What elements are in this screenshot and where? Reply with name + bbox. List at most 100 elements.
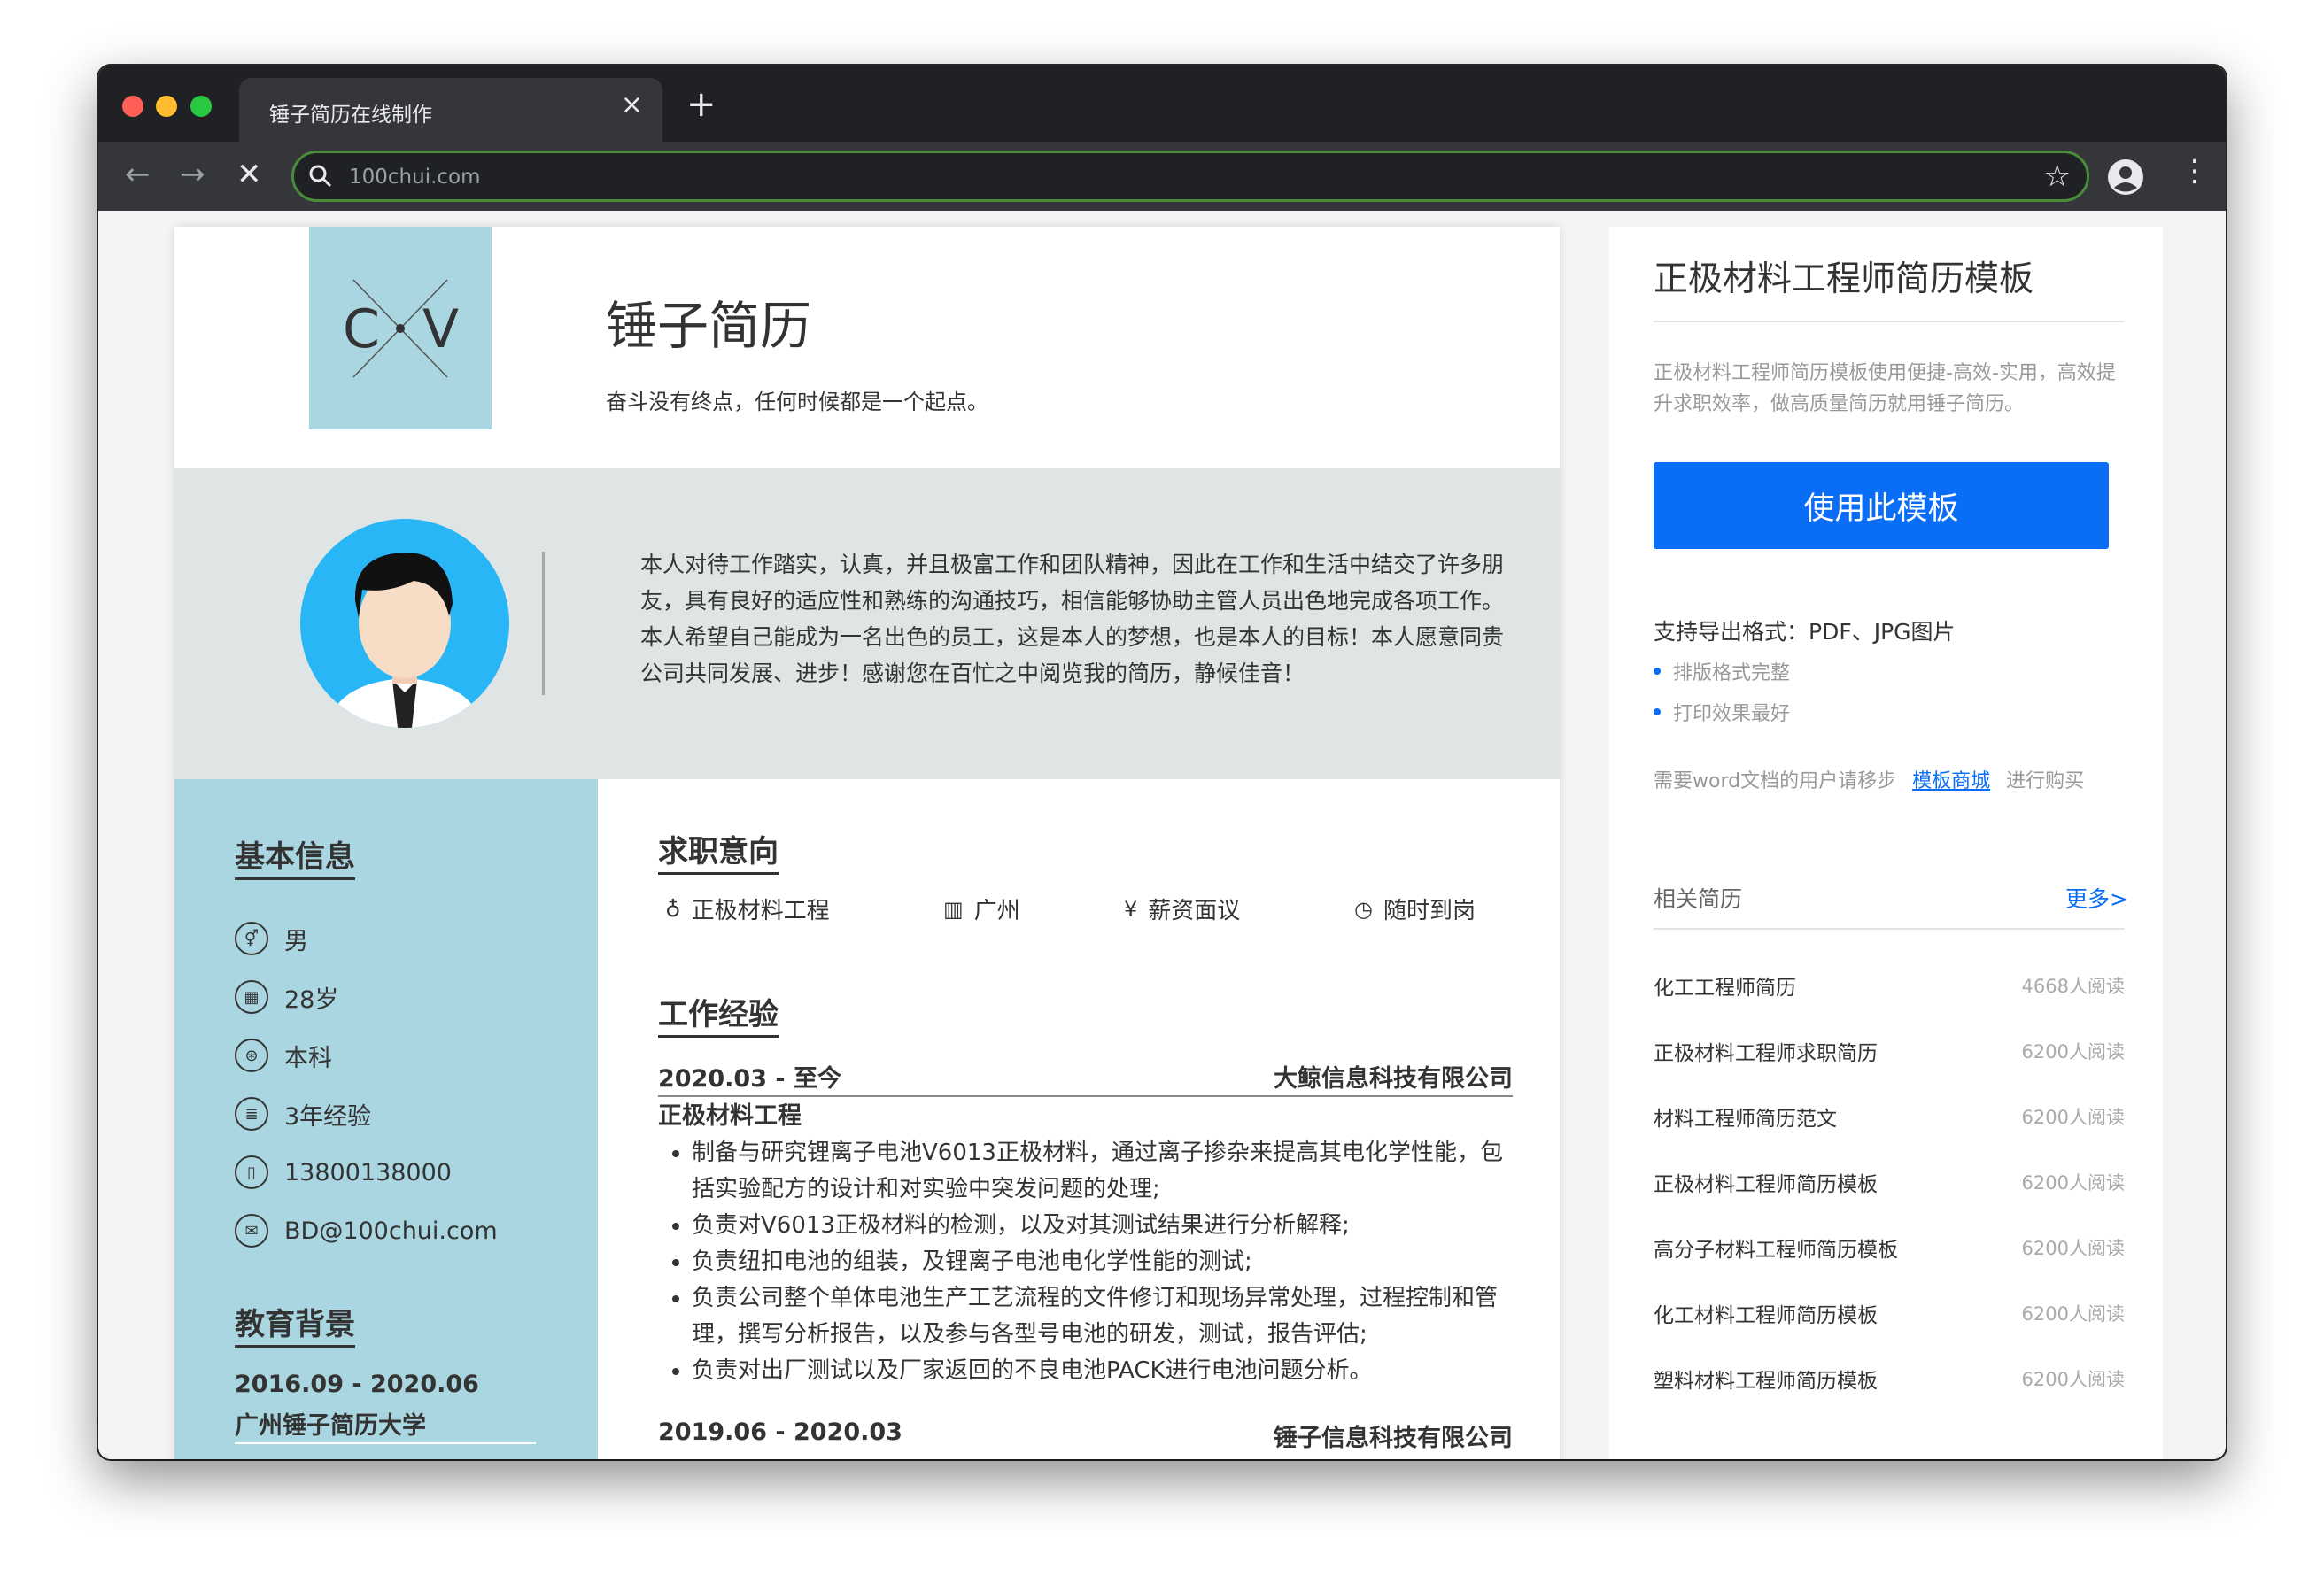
related-resume-item[interactable]: 正极材料工程师求职简历 6200人阅读 [1654, 1036, 2125, 1066]
more-link[interactable]: 更多> [2065, 882, 2128, 914]
related-resume-name[interactable]: 化工工程师简历 [1654, 970, 1796, 1001]
bookmark-star-icon[interactable]: ☆ [2044, 158, 2071, 194]
account-icon[interactable] [2107, 158, 2144, 196]
basic-info-row: ⊛ 本科 [235, 1038, 332, 1073]
phone-icon: ▯ [235, 1155, 268, 1189]
template-store-link[interactable]: 模板商城 [1912, 770, 1990, 792]
work-experience-title: 工作经验 [658, 990, 779, 1038]
job-intent-text: 随时到岗 [1383, 898, 1476, 924]
job-title: 正极材料工程 [658, 1102, 802, 1130]
job-duty-item: 负责对V6013正极材料的检测，以及对其测试结果进行分析解释; [692, 1208, 1522, 1244]
related-divider [1654, 928, 2125, 930]
education-title: 教育背景 [235, 1300, 355, 1348]
related-resume-name[interactable]: 正极材料工程师简历模板 [1654, 1167, 1878, 1197]
education-period: 2016.09 - 2020.06 [235, 1371, 479, 1398]
forward-arrow-icon[interactable]: → [180, 159, 205, 189]
use-template-button[interactable]: 使用此模板 [1654, 462, 2109, 549]
basic-info-row: ≣ 3年经验 [235, 1096, 371, 1132]
basic-info-title: 基本信息 [235, 832, 355, 880]
job-header: 2019.06 - 2020.03 锤子信息科技有限公司 [658, 1418, 1513, 1455]
related-resume-name[interactable]: 材料工程师简历范文 [1654, 1101, 1837, 1132]
menu-kebab-icon[interactable]: ⋮ [2180, 156, 2210, 186]
feature-item: 排版格式完整 [1654, 657, 1790, 685]
job-duty-item: 负责公司整个单体电池生产工艺流程的文件修订和现场异常处理，过程控制和管理，撰写分… [692, 1280, 1522, 1353]
word-note: 需要word文档的用户请移步 模板商城 进行购买 [1654, 765, 2084, 793]
basic-info-text: 13800138000 [284, 1158, 452, 1186]
export-formats: 支持导出格式：PDF、JPG图片 [1654, 619, 1956, 645]
sidebar-divider [1654, 321, 2125, 322]
related-resume-item[interactable]: 化工材料工程师简历模板 6200人阅读 [1654, 1298, 2125, 1328]
related-resume-reads: 6200人阅读 [2021, 1172, 2125, 1194]
related-resume-reads: 6200人阅读 [2021, 1369, 2125, 1390]
job-intent-item: ¥ 薪资面议 [1124, 893, 1240, 925]
job-duty-item: 负责纽扣电池的组装，及锂离子电池电化学性能的测试; [692, 1244, 1522, 1280]
url-text[interactable]: 100chui.com [349, 166, 481, 189]
job-intent-title: 求职意向 [658, 827, 779, 875]
tab-close-icon[interactable]: × [621, 92, 643, 119]
experience-icon: ≣ [235, 1097, 268, 1131]
job-intent-item: ▥ 广州 [943, 893, 1020, 925]
related-resume-name[interactable]: 高分子材料工程师简历模板 [1654, 1233, 1898, 1263]
related-resume-reads: 4668人阅读 [2021, 976, 2125, 997]
city-icon: ▥ [943, 896, 964, 922]
related-resume-item[interactable]: 材料工程师简历范文 6200人阅读 [1654, 1101, 2125, 1132]
minimize-window-button[interactable] [156, 96, 177, 117]
related-resume-name[interactable]: 化工材料工程师简历模板 [1654, 1298, 1878, 1328]
job-intent-item: ♁ 正极材料工程 [665, 893, 830, 925]
related-resume-name[interactable]: 塑料材料工程师简历模板 [1654, 1364, 1878, 1394]
job-duty-item: 制备与研究锂离子电池V6013正极材料，通过离子掺杂来提高其电化学性能，包括实验… [692, 1135, 1522, 1208]
related-resume-reads: 6200人阅读 [2021, 1303, 2125, 1325]
address-bar[interactable]: 100chui.com ☆ [291, 151, 2089, 202]
bullet-dot-icon [1654, 708, 1661, 715]
education-school: 广州锤子简历大学 [235, 1406, 536, 1444]
job-period: 2019.06 - 2020.03 [658, 1418, 902, 1446]
stop-loading-icon[interactable]: ✕ [236, 159, 262, 189]
browser-toolbar: ← → ✕ 100chui.com ☆ ⋮ [98, 142, 2226, 211]
feature-text: 打印效果最好 [1673, 703, 1791, 725]
job-header: 2020.03 - 至今 大鲸信息科技有限公司 [658, 1059, 1513, 1097]
basic-info-text: 28岁 [284, 985, 339, 1014]
clock-icon: ◷ [1354, 896, 1373, 922]
search-icon [309, 165, 332, 188]
word-note-suffix: 进行购买 [2006, 770, 2085, 792]
related-resume-item[interactable]: 化工工程师简历 4668人阅读 [1654, 970, 2125, 1001]
related-resume-reads: 6200人阅读 [2021, 1107, 2125, 1128]
related-resume-reads: 6200人阅读 [2021, 1041, 2125, 1063]
job-period: 2020.03 - 至今 [658, 1065, 841, 1093]
related-resume-name[interactable]: 正极材料工程师求职简历 [1654, 1036, 1878, 1066]
tab-active[interactable]: 锤子简历在线制作 × [239, 78, 662, 142]
related-resume-item[interactable]: 塑料材料工程师简历模板 6200人阅读 [1654, 1364, 2125, 1394]
template-title: 正极材料工程师简历模板 [1654, 259, 2034, 299]
tab-title: 锤子简历在线制作 [269, 104, 432, 127]
basic-info-text: BD@100chui.com [284, 1217, 498, 1245]
basic-info-row: ⚥ 男 [235, 921, 308, 956]
back-arrow-icon[interactable]: ← [125, 159, 151, 189]
basic-info-row: ▯ 13800138000 [235, 1155, 452, 1190]
template-sidebar: 正极材料工程师简历模板 正极材料工程师简历模板使用便捷-高效-实用，高效提升求职… [1609, 227, 2163, 1459]
template-description: 正极材料工程师简历模板使用便捷-高效-实用，高效提升求职效率，做高质量简历就用锤… [1654, 362, 2116, 415]
job-intent-text: 薪资面议 [1148, 898, 1241, 924]
job-duties-list: 制备与研究锂离子电池V6013正极材料，通过离子掺杂来提高其电化学性能，包括实验… [658, 1135, 1522, 1389]
basic-info-row: ▦ 28岁 [235, 979, 338, 1015]
bullet-dot-icon [1654, 668, 1661, 675]
related-resume-item[interactable]: 正极材料工程师简历模板 6200人阅读 [1654, 1167, 2125, 1197]
word-note-prefix: 需要word文档的用户请移步 [1654, 770, 1897, 792]
related-resumes-heading: 相关简历 [1654, 886, 1743, 912]
gender-icon: ⚥ [235, 922, 268, 955]
education-icon: ⊛ [235, 1039, 268, 1072]
new-tab-button[interactable]: + [686, 87, 717, 122]
related-resume-reads: 6200人阅读 [2021, 1238, 2125, 1259]
maximize-window-button[interactable] [190, 96, 212, 117]
feature-text: 排版格式完整 [1673, 662, 1791, 684]
basic-info-row: ✉ BD@100chui.com [235, 1213, 498, 1248]
close-window-button[interactable] [122, 96, 143, 117]
job-icon: ♁ [665, 896, 681, 922]
feature-item: 打印效果最好 [1654, 698, 1790, 726]
age-icon: ▦ [235, 980, 268, 1014]
job-company: 大鲸信息科技有限公司 [1274, 1065, 1513, 1093]
job-intent-item: ◷ 随时到岗 [1354, 893, 1476, 925]
related-resume-item[interactable]: 高分子材料工程师简历模板 6200人阅读 [1654, 1233, 2125, 1263]
job-intent-text: 正极材料工程 [691, 898, 830, 924]
title-bar: 锤子简历在线制作 × + [98, 66, 2226, 142]
resume-body-layer: 基本信息 ⚥ 男 ▦ 28岁 ⊛ 本科 ≣ 3年经验 ▯ 13800138000 ✉ BD@100ch… [174, 227, 1560, 1459]
